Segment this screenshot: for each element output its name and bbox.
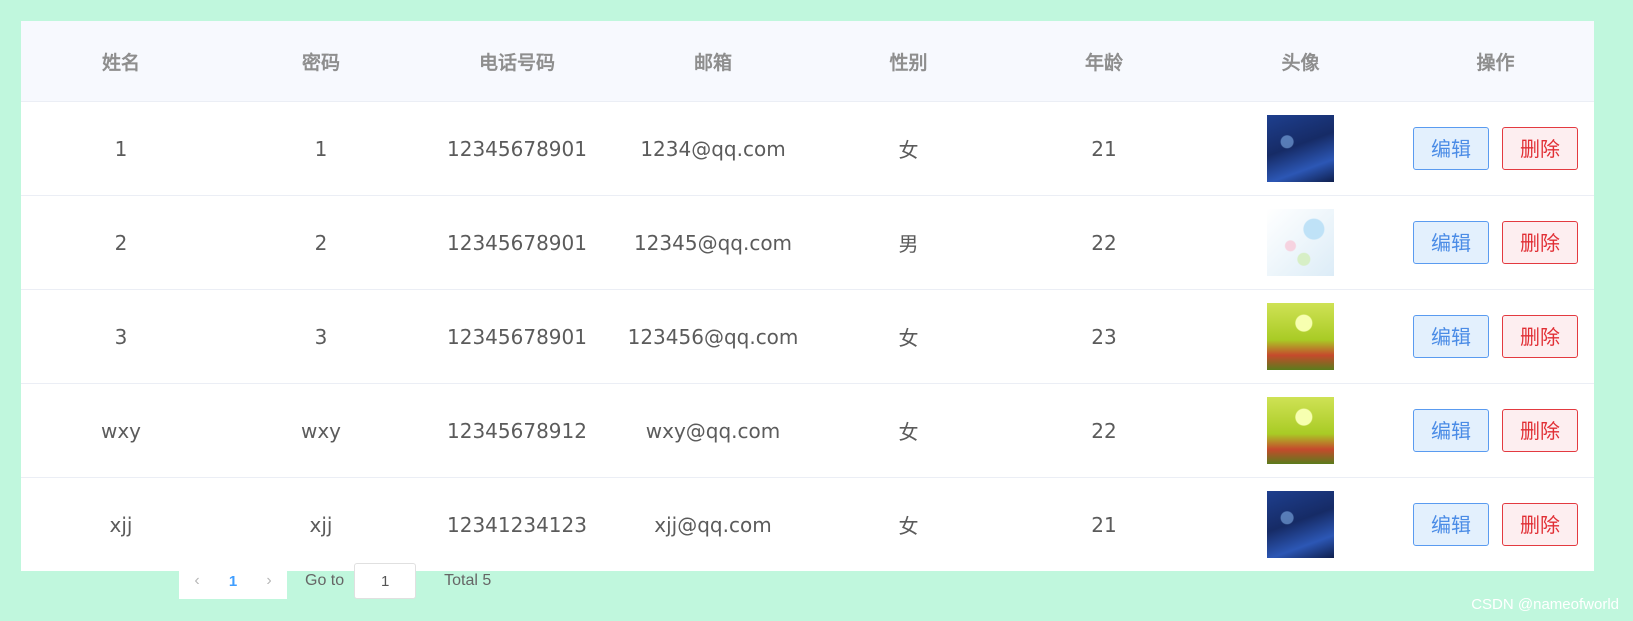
cell-avatar — [1204, 195, 1397, 290]
edit-button[interactable]: 编辑 — [1413, 503, 1489, 546]
next-page-button[interactable]: › — [251, 563, 287, 599]
cell-password: 3 — [221, 289, 421, 384]
table-row: wxy wxy 12345678912 wxy@qq.com 女 22 编辑 删除 — [21, 383, 1594, 478]
table-row: 2 2 12345678901 12345@qq.com 男 22 编辑 删除 — [21, 195, 1594, 290]
cell-password: 1 — [221, 101, 421, 196]
cell-age: 22 — [1004, 383, 1204, 478]
cell-actions: 编辑 删除 — [1397, 383, 1594, 478]
header-age: 年龄 — [1004, 21, 1204, 102]
cell-phone: 12345678901 — [421, 195, 613, 290]
cell-avatar — [1204, 383, 1397, 478]
watermark: CSDN @nameofworld — [1471, 596, 1619, 613]
cell-actions: 编辑 删除 — [1397, 195, 1594, 290]
cell-gender: 女 — [813, 383, 1004, 478]
cell-phone: 12345678901 — [421, 289, 613, 384]
table-row: xjj xjj 12341234123 xjj@qq.com 女 21 编辑 删除 — [21, 478, 1594, 572]
edit-button[interactable]: 编辑 — [1413, 221, 1489, 264]
avatar-image — [1267, 397, 1334, 464]
avatar-image — [1267, 303, 1334, 370]
table-row: 1 1 12345678901 1234@qq.com 女 21 编辑 删除 — [21, 101, 1594, 196]
delete-button[interactable]: 删除 — [1502, 503, 1578, 546]
table-row: 3 3 12345678901 123456@qq.com 女 23 编辑 删除 — [21, 289, 1594, 384]
cell-avatar — [1204, 101, 1397, 196]
header-actions: 操作 — [1397, 21, 1594, 102]
cell-gender: 女 — [813, 101, 1004, 196]
cell-password: 2 — [221, 195, 421, 290]
cell-email: 1234@qq.com — [613, 101, 813, 196]
delete-button[interactable]: 删除 — [1502, 221, 1578, 264]
cell-name: 1 — [21, 101, 221, 196]
avatar-image — [1267, 491, 1334, 558]
cell-actions: 编辑 删除 — [1397, 478, 1594, 572]
pagination: ‹ 1 › Go to Total 5 — [179, 563, 491, 599]
delete-button[interactable]: 删除 — [1502, 127, 1578, 170]
avatar-image — [1267, 115, 1334, 182]
cell-gender: 男 — [813, 195, 1004, 290]
cell-age: 23 — [1004, 289, 1204, 384]
header-gender: 性别 — [813, 21, 1004, 102]
cell-email: 12345@qq.com — [613, 195, 813, 290]
chevron-left-icon: ‹ — [194, 572, 200, 589]
cell-name: 3 — [21, 289, 221, 384]
table-header-row: 姓名 密码 电话号码 邮箱 性别 年龄 头像 操作 — [21, 21, 1594, 102]
cell-gender: 女 — [898, 514, 919, 538]
prev-page-button[interactable]: ‹ — [179, 563, 215, 599]
avatar-image — [1267, 209, 1334, 276]
cell-actions: 编辑 删除 — [1397, 289, 1594, 384]
cell-phone: 12345678912 — [421, 383, 613, 478]
delete-button[interactable]: 删除 — [1502, 315, 1578, 358]
cell-phone: 12341234123 — [447, 512, 587, 537]
cell-avatar — [1204, 478, 1397, 572]
cell-password: wxy — [221, 383, 421, 478]
cell-age: 22 — [1004, 195, 1204, 290]
total-count: Total 5 — [444, 572, 492, 589]
goto-label: Go to — [305, 572, 345, 589]
header-avatar: 头像 — [1204, 21, 1397, 102]
edit-button[interactable]: 编辑 — [1413, 409, 1489, 452]
cell-name: 2 — [21, 195, 221, 290]
cell-age: 21 — [1004, 101, 1204, 196]
cell-phone: 12345678901 — [421, 101, 613, 196]
cell-email: wxy@qq.com — [613, 383, 813, 478]
user-table-container: 姓名 密码 电话号码 邮箱 性别 年龄 头像 操作 1 1 1234567890… — [21, 21, 1594, 571]
header-phone: 电话号码 — [421, 21, 613, 102]
cell-password: xjj — [309, 512, 333, 537]
cell-gender: 女 — [813, 289, 1004, 384]
header-password: 密码 — [221, 21, 421, 102]
cell-actions: 编辑 删除 — [1397, 101, 1594, 196]
page-number-current[interactable]: 1 — [215, 563, 251, 599]
cell-avatar — [1204, 289, 1397, 384]
cell-email: xjj@qq.com — [654, 512, 772, 537]
cell-name: wxy — [21, 383, 221, 478]
cell-age: 21 — [1091, 512, 1117, 537]
edit-button[interactable]: 编辑 — [1413, 127, 1489, 170]
user-table: 姓名 密码 电话号码 邮箱 性别 年龄 头像 操作 1 1 1234567890… — [21, 21, 1594, 571]
delete-button[interactable]: 删除 — [1502, 409, 1578, 452]
header-name: 姓名 — [21, 21, 221, 102]
header-email: 邮箱 — [613, 21, 813, 102]
edit-button[interactable]: 编辑 — [1413, 315, 1489, 358]
goto-page-input[interactable] — [354, 563, 417, 599]
chevron-right-icon: › — [266, 572, 272, 589]
cell-email: 123456@qq.com — [613, 289, 813, 384]
cell-name: xjj — [109, 512, 133, 537]
